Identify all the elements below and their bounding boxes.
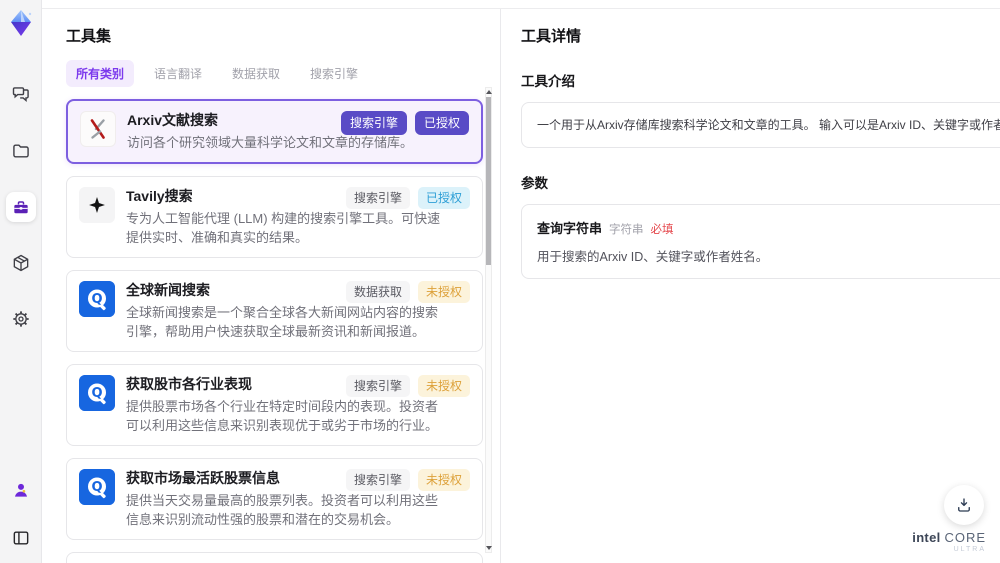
param-box: 查询字符串 字符串 必填 用于搜索的Arxiv ID、关键字或作者姓名。	[521, 204, 1000, 279]
sidebar-item-chat[interactable]	[6, 80, 36, 110]
category-tabs: 所有类别 语言翻译 数据获取 搜索引擎	[66, 60, 500, 87]
sidebar-rail	[0, 0, 42, 563]
sidebar-bottom	[6, 475, 36, 553]
svg-text:Q: Q	[91, 292, 102, 307]
brand-core-text: CORE	[944, 530, 986, 545]
intro-text: 一个用于从Arxiv存储库搜索科学论文和文章的工具。 输入可以是Arxiv ID…	[537, 118, 1000, 132]
tab-all-categories[interactable]: 所有类别	[66, 60, 135, 87]
category-badge: 搜索引擎	[345, 375, 410, 397]
tool-description: 专为人工智能代理 (LLM) 构建的搜索引擎工具。可快速提供实时、准确和真实的结…	[126, 211, 441, 245]
sidebar-item-collapse[interactable]	[6, 523, 36, 553]
param-description: 用于搜索的Arxiv ID、关键字或作者姓名。	[537, 250, 769, 264]
category-badge: 搜索引擎	[340, 111, 407, 135]
tab-language-translation[interactable]: 语言翻译	[144, 60, 212, 87]
download-icon	[958, 498, 970, 512]
tool-description: 全球新闻搜索是一个聚合全球各大新闻网站内容的搜索引擎，帮助用户快速获取全球最新资…	[126, 305, 439, 339]
tab-data-fetch[interactable]: 数据获取	[222, 60, 290, 87]
user-icon	[14, 483, 27, 497]
sidebar-item-files[interactable]	[6, 136, 36, 166]
tool-card-arxiv[interactable]: Arxiv文献搜索 访问各个研究领域大量科学论文和文章的存储库。 搜索引擎 已授…	[66, 99, 483, 164]
tool-description: 提供当天交易量最高的股票列表。投资者可以利用这些信息来识别流动性强的股票和潜在的…	[126, 493, 439, 527]
page-title: 工具集	[66, 28, 112, 45]
folder-icon	[12, 144, 29, 158]
arxiv-logo-icon	[80, 111, 116, 147]
scrollbar-thumb[interactable]	[486, 97, 491, 265]
brand-sub-text: ULTRA	[953, 546, 986, 553]
toolbox-icon	[13, 201, 28, 214]
gear-icon	[12, 311, 29, 327]
svg-text:Q: Q	[91, 480, 102, 495]
auth-status-badge: 未授权	[417, 281, 470, 303]
tool-card-active-stocks[interactable]: Q 获取市场最活跃股票信息 提供当天交易量最高的股票列表。投资者可以利用这些信息…	[66, 458, 483, 540]
q-logo-icon: Q	[79, 469, 115, 505]
tool-card-list: Arxiv文献搜索 访问各个研究领域大量科学论文和文章的存储库。 搜索引擎 已授…	[66, 99, 483, 563]
content-frame: 工具集 所有类别 语言翻译 数据获取 搜索引擎 Arxiv文献搜索 访问各个研究…	[42, 8, 1000, 563]
tab-search-engine[interactable]: 搜索引擎	[300, 60, 368, 87]
param-name: 查询字符串	[537, 221, 603, 236]
param-required-flag: 必填	[650, 224, 674, 236]
q-logo-icon: Q	[79, 281, 115, 317]
auth-status-badge: 未授权	[417, 469, 470, 491]
scroll-down-arrow[interactable]	[485, 546, 492, 550]
app-window: 工具集 所有类别 语言翻译 数据获取 搜索引擎 Arxiv文献搜索 访问各个研究…	[0, 0, 1000, 563]
tool-detail-panel: 工具详情 工具介绍 一个用于从Arxiv存储库搜索科学论文和文章的工具。 输入可…	[500, 9, 1000, 563]
chat-icon	[12, 87, 29, 102]
tool-card-tavily[interactable]: Tavily搜索 专为人工智能代理 (LLM) 构建的搜索引擎工具。可快速提供实…	[66, 176, 483, 258]
q-logo-icon: Q	[79, 375, 115, 411]
tool-description: 访问各个研究领域大量科学论文和文章的存储库。	[127, 135, 414, 150]
category-badge: 搜索引擎	[345, 187, 410, 209]
auth-status-badge: 已授权	[417, 187, 470, 209]
sidebar-item-tools[interactable]	[5, 192, 36, 222]
brand-intel-text: intel	[912, 530, 941, 545]
tool-description: 提供股票市场各个行业在特定时间段内的表现。投资者可以利用这些信息来识别表现优于或…	[126, 399, 439, 433]
detail-title: 工具详情	[521, 28, 582, 45]
intro-heading: 工具介绍	[521, 74, 575, 89]
scroll-up-arrow[interactable]	[485, 90, 492, 94]
gem-logo-icon	[10, 10, 31, 36]
sparkle-icon	[79, 187, 115, 223]
list-scrollbar[interactable]	[485, 87, 492, 553]
category-badge: 搜索引擎	[345, 469, 410, 491]
intro-box: 一个用于从Arxiv存储库搜索科学论文和文章的工具。 输入可以是Arxiv ID…	[521, 102, 1000, 148]
tool-card-sector-performance[interactable]: Q 获取股市各行业表现 提供股票市场各个行业在特定时间段内的表现。投资者可以利用…	[66, 364, 483, 446]
cube-icon	[13, 254, 28, 272]
sidebar-item-account[interactable]	[6, 475, 36, 505]
svg-text:Q: Q	[91, 386, 102, 401]
param-type: 字符串	[609, 224, 644, 236]
params-heading: 参数	[521, 176, 548, 191]
sidebar-item-packages[interactable]	[6, 248, 36, 278]
toolset-panel: 工具集 所有类别 语言翻译 数据获取 搜索引擎 Arxiv文献搜索 访问各个研究…	[42, 9, 500, 563]
app-logo	[5, 6, 37, 40]
download-button[interactable]	[944, 485, 984, 525]
auth-status-badge: 已授权	[414, 111, 469, 135]
sidebar-nav	[5, 80, 36, 334]
tool-card-regional-news[interactable]: 万维地区新闻查询 查询具体行政区划内的新闻，快速了解各地新闻动 搜索引擎 未授权	[66, 552, 483, 563]
auth-status-badge: 未授权	[417, 375, 470, 397]
intel-core-logo: intel CORE ULTRA	[912, 531, 986, 553]
category-badge: 数据获取	[345, 281, 410, 303]
panel-toggle-icon	[13, 531, 28, 545]
sidebar-item-settings[interactable]	[6, 304, 36, 334]
tool-card-global-news[interactable]: Q 全球新闻搜索 全球新闻搜索是一个聚合全球各大新闻网站内容的搜索引擎，帮助用户…	[66, 270, 483, 352]
